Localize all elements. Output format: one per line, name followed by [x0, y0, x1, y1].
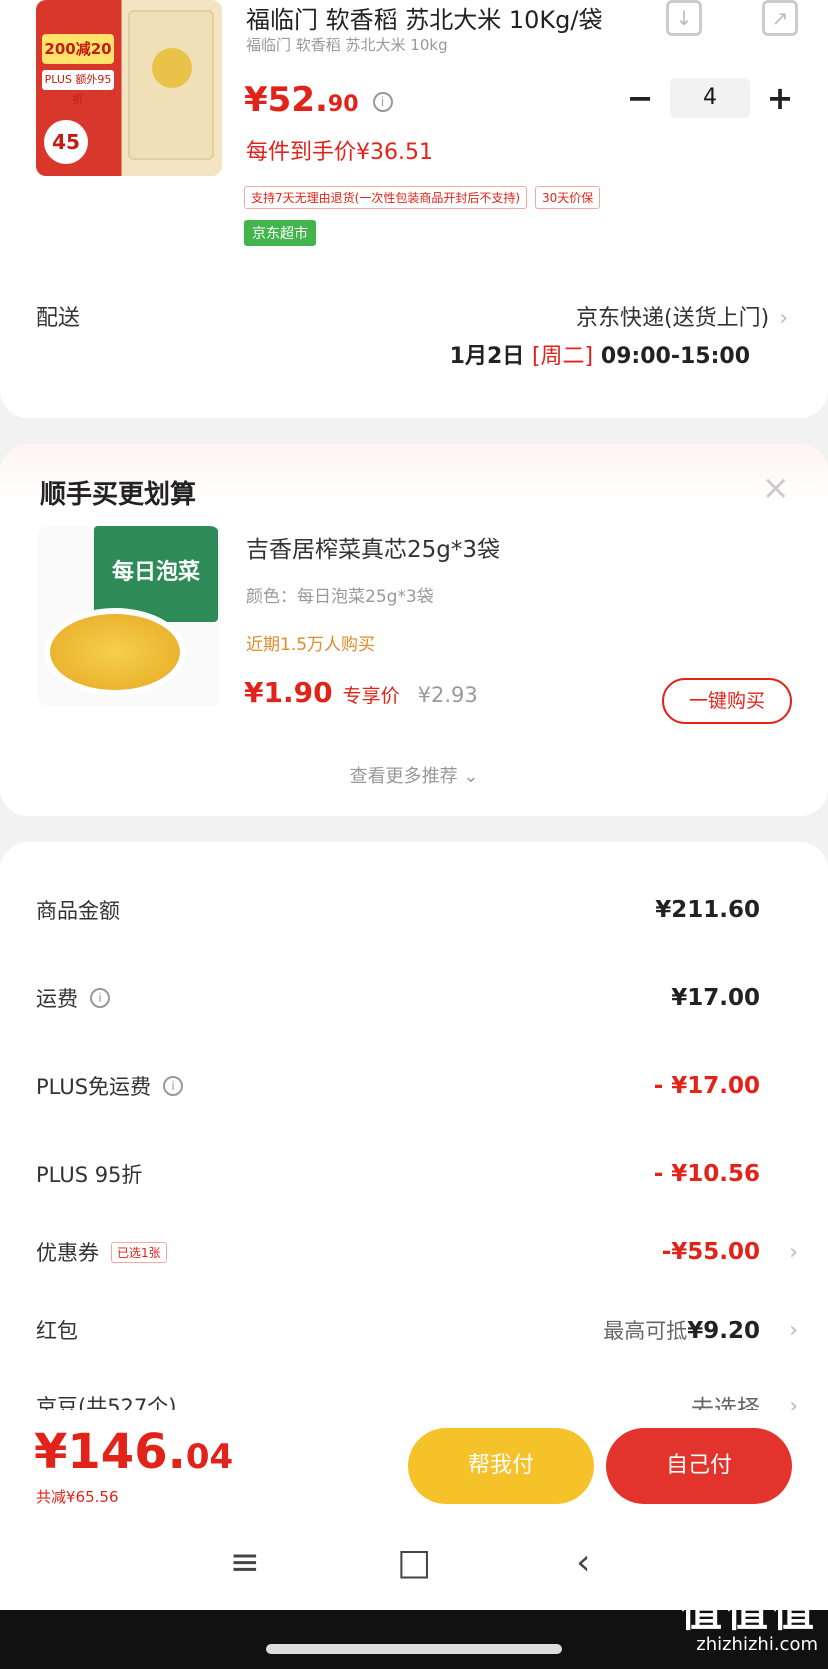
watermark: 值值值 zhizhizhi.com — [679, 1587, 818, 1656]
gesture-bar: 值值值 zhizhizhi.com — [0, 1590, 828, 1669]
promo-badge: 200减20 — [42, 34, 114, 64]
recommend-item-sold: 近期1.5万人购买 — [246, 635, 376, 655]
back-icon[interactable]: ‹ — [553, 1542, 613, 1583]
discount-badge: 45 — [44, 120, 88, 164]
info-icon[interactable]: i — [163, 1076, 184, 1096]
close-icon[interactable]: × — [762, 468, 791, 508]
product-price: ¥52.90 i — [244, 80, 393, 120]
unit-price: 每件到手价¥36.51 — [246, 140, 433, 165]
recommend-image[interactable]: 每日泡菜 — [38, 526, 220, 706]
product-title[interactable]: 福临门 软香稻 苏北大米 10Kg/袋 — [246, 0, 602, 35]
chevron-right-icon: › — [779, 306, 788, 331]
home-handle[interactable] — [266, 1644, 562, 1654]
summary-row-plus-discount: PLUS 95折 - ¥10.56 — [36, 1161, 760, 1187]
pay-for-me-button[interactable]: 帮我付 — [408, 1428, 594, 1504]
product-card: 200减20 PLUS 额外95折 45 福临门 软香稻 苏北大米 10Kg/袋… — [0, 0, 828, 418]
return-tag: 支持7天无理由退货(一次性包装商品开封后不支持) — [244, 186, 527, 209]
info-icon[interactable]: i — [90, 988, 110, 1008]
summary-row-plus-freight: PLUS免运费 i - ¥17.00 — [36, 1073, 760, 1099]
pickle-bowl — [44, 608, 186, 696]
recommend-title: 顺手买更划算 — [40, 480, 197, 510]
chevron-right-icon: › — [789, 1317, 798, 1343]
more-recommend-link[interactable]: 查看更多推荐 ⌄ — [0, 762, 828, 788]
home-icon[interactable]: □ — [384, 1542, 444, 1583]
store-tag: 京东超市 — [244, 220, 316, 246]
download-icon[interactable]: ↓ — [666, 0, 702, 36]
saved-amount[interactable]: 共减¥65.56 — [36, 1486, 119, 1507]
shipping-time[interactable]: 1月2日 [周二] 09:00-15:00 — [450, 338, 750, 370]
share-icon[interactable]: ↗ — [762, 0, 798, 36]
price-protect-tag: 30天价保 — [535, 186, 601, 209]
summary-row-coupon[interactable]: 优惠券 已选1张 -¥55.00 › — [36, 1232, 798, 1272]
summary-row-goods: 商品金额 ¥211.60 — [36, 897, 760, 923]
shipping-method[interactable]: 京东快递(送货上门) › — [576, 300, 788, 332]
pay-myself-button[interactable]: 自己付 — [606, 1428, 792, 1504]
quantity-input[interactable]: 4 — [670, 78, 750, 118]
menu-icon[interactable]: ≡ — [215, 1542, 275, 1583]
minus-button[interactable]: − — [624, 79, 656, 117]
product-subtitle: 福临门 软香稻 苏北大米 10kg — [246, 36, 448, 54]
top-actions: ↓ ↗ — [666, 0, 798, 36]
recommend-item-price: ¥1.90 专享价 ¥2.93 — [244, 676, 478, 709]
recommend-card: 顺手买更划算 × 每日泡菜 吉香居榨菜真芯25g*3袋 颜色：每日泡菜25g*3… — [0, 444, 828, 816]
plus-badge: PLUS 额外95折 — [42, 70, 114, 106]
one-click-buy-button[interactable]: 一键购买 — [662, 678, 792, 724]
service-tags: 支持7天无理由退货(一次性包装商品开封后不支持) 30天价保 — [244, 186, 601, 209]
chevron-right-icon: › — [789, 1239, 798, 1265]
shipping-label: 配送 — [36, 306, 81, 331]
checkout-bar: ¥146.04 共减¥65.56 帮我付 自己付 — [0, 1410, 828, 1514]
order-summary: 商品金额 ¥211.60 运费 i ¥17.00 PLUS免运费 i - ¥17.0… — [0, 842, 828, 1422]
summary-row-freight: 运费 i ¥17.00 — [36, 985, 760, 1011]
plus-button[interactable]: + — [764, 79, 796, 117]
info-icon[interactable]: i — [372, 91, 393, 112]
recommend-item-spec: 颜色：每日泡菜25g*3袋 — [246, 587, 434, 607]
rice-bag-illustration — [128, 10, 214, 160]
coupon-count-tag: 已选1张 — [111, 1241, 167, 1263]
recommend-item-title[interactable]: 吉香居榨菜真芯25g*3袋 — [246, 530, 500, 564]
chevron-down-icon: ⌄ — [463, 766, 479, 787]
total-price: ¥146.04 — [34, 1424, 234, 1480]
quantity-stepper: − 4 + — [624, 78, 796, 118]
product-image[interactable]: 200减20 PLUS 额外95折 45 — [36, 0, 222, 176]
summary-row-redpacket[interactable]: 红包 最高可抵¥9.20 › — [36, 1310, 798, 1350]
